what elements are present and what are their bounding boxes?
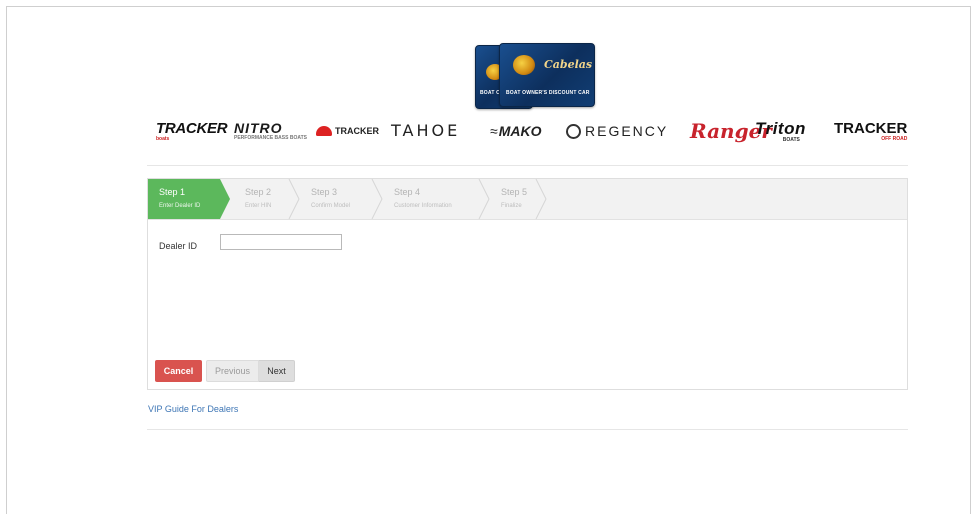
registration-wizard: Step 1 Enter Dealer ID Step 2 Enter HIN … [147,178,908,390]
divider [147,165,908,166]
dealer-id-input[interactable] [220,234,342,250]
step-separator-icon [288,179,300,219]
sun-dome-icon [316,126,332,136]
wizard-step-1[interactable]: Step 1 Enter Dealer ID [148,179,230,219]
brand-logo-strip: TRACKER boats NITRO PERFORMANCE BASS BOA… [150,116,910,146]
wizard-step-2[interactable]: Step 2 Enter HIN [245,179,271,219]
wizard-step-5[interactable]: Step 5 Finalize [501,179,527,219]
wizard-step-4[interactable]: Step 4 Customer Information [394,179,452,219]
tracker-off-road-logo: TRACKER OFF ROAD [834,119,908,142]
divider [147,429,908,430]
step-separator-icon [371,179,383,219]
shark-swoosh-icon: ≈ [490,123,498,139]
dealer-id-label: Dealer ID [159,241,198,251]
bass-pro-logo-icon [513,55,535,75]
wizard-steps: Step 1 Enter Dealer ID Step 2 Enter HIN … [148,179,907,220]
previous-button[interactable]: Previous [206,360,259,382]
step-separator-icon [478,179,490,219]
cancel-button[interactable]: Cancel [155,360,202,382]
regency-logo: REGENCY [566,116,668,146]
triton-logo: Triton BOATS [755,118,806,143]
vip-guide-link[interactable]: VIP Guide For Dealers [148,404,238,414]
step-separator-icon [535,179,547,219]
discount-card-image: BOAT OWNER'S DISCOUNT CARD Cabelas BOAT … [475,41,595,109]
wizard-buttons: Cancel Previous Next [155,360,295,382]
sun-tracker-logo: TRACKER [316,116,379,146]
regency-ring-icon [566,123,581,139]
tracker-boats-logo: TRACKER boats [156,119,228,142]
discount-card-caption: BOAT OWNER'S DISCOUNT CARD [506,90,590,96]
tahoe-logo: TAHOE [391,121,461,140]
wizard-step-3[interactable]: Step 3 Confirm Model [311,179,350,219]
discount-card-front: Cabelas BOAT OWNER'S DISCOUNT CARD [499,43,595,107]
nitro-logo: NITRO PERFORMANCE BASS BOATS [234,120,307,141]
mako-logo: ≈ MAKO [490,123,542,139]
next-button[interactable]: Next [259,360,295,382]
cabelas-logo: Cabelas [544,58,593,71]
